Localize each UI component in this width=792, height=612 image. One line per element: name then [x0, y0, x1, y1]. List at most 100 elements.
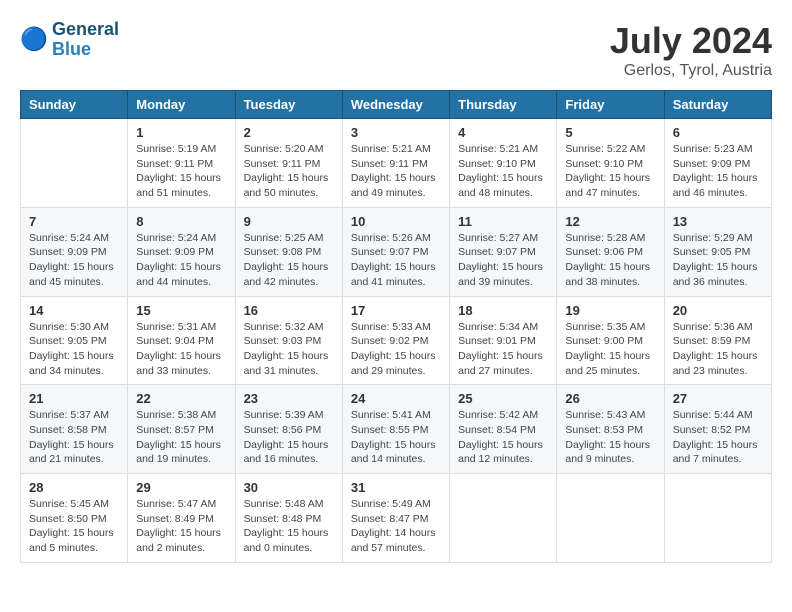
- day-info: Sunrise: 5:21 AMSunset: 9:10 PMDaylight:…: [458, 142, 548, 201]
- weekday-header-row: SundayMondayTuesdayWednesdayThursdayFrid…: [21, 91, 772, 119]
- weekday-header-sunday: Sunday: [21, 91, 128, 119]
- day-number: 4: [458, 125, 548, 140]
- day-info: Sunrise: 5:41 AMSunset: 8:55 PMDaylight:…: [351, 408, 441, 467]
- day-info: Sunrise: 5:22 AMSunset: 9:10 PMDaylight:…: [565, 142, 655, 201]
- weekday-header-monday: Monday: [128, 91, 235, 119]
- calendar-cell: [557, 474, 664, 563]
- calendar-table: SundayMondayTuesdayWednesdayThursdayFrid…: [20, 90, 772, 563]
- day-info: Sunrise: 5:47 AMSunset: 8:49 PMDaylight:…: [136, 497, 226, 556]
- logo: 🔵 General Blue: [20, 20, 119, 60]
- day-number: 9: [244, 214, 334, 229]
- day-info: Sunrise: 5:35 AMSunset: 9:00 PMDaylight:…: [565, 320, 655, 379]
- calendar-cell: [664, 474, 771, 563]
- day-number: 22: [136, 391, 226, 406]
- calendar-cell: 17 Sunrise: 5:33 AMSunset: 9:02 PMDayligh…: [342, 296, 449, 385]
- day-number: 2: [244, 125, 334, 140]
- day-number: 5: [565, 125, 655, 140]
- calendar-cell: 6Sunrise: 5:23 AMSunset: 9:09 PMDaylight…: [664, 119, 771, 208]
- day-number: 29: [136, 480, 226, 495]
- day-number: 16: [244, 303, 334, 318]
- calendar-cell: 31Sunrise: 5:49 AMSunset: 8:47 PMDayligh…: [342, 474, 449, 563]
- day-info: Sunrise: 5:48 AMSunset: 8:48 PMDaylight:…: [244, 497, 334, 556]
- day-number: 27: [673, 391, 763, 406]
- month-year-title: July 2024: [610, 20, 772, 62]
- svg-text:🔵: 🔵: [20, 26, 48, 52]
- day-number: 1: [136, 125, 226, 140]
- day-number: 30: [244, 480, 334, 495]
- day-number: 13: [673, 214, 763, 229]
- calendar-cell: 20 Sunrise: 5:36 AMSunset: 8:59 PMDayligh…: [664, 296, 771, 385]
- calendar-week-row: 14 Sunrise: 5:30 AMSunset: 9:05 PMDayligh…: [21, 296, 772, 385]
- day-info: Sunrise: 5:37 AMSunset: 8:58 PMDaylight:…: [29, 408, 119, 467]
- day-number: 10: [351, 214, 441, 229]
- weekday-header-tuesday: Tuesday: [235, 91, 342, 119]
- day-info: Sunrise: 5:49 AMSunset: 8:47 PMDaylight:…: [351, 497, 441, 556]
- calendar-cell: 10 Sunrise: 5:26 AMSunset: 9:07 PMDayligh…: [342, 207, 449, 296]
- calendar-cell: 29 Sunrise: 5:47 AMSunset: 8:49 PMDayligh…: [128, 474, 235, 563]
- day-info: Sunrise: 5:23 AMSunset: 9:09 PMDaylight:…: [673, 142, 763, 201]
- day-number: 25: [458, 391, 548, 406]
- day-number: 26: [565, 391, 655, 406]
- day-info: Sunrise: 5:33 AMSunset: 9:02 PMDaylight:…: [351, 320, 441, 379]
- calendar-cell: 8Sunrise: 5:24 AMSunset: 9:09 PMDaylight…: [128, 207, 235, 296]
- calendar-cell: 7 Sunrise: 5:24 AMSunset: 9:09 PMDaylight…: [21, 207, 128, 296]
- calendar-cell: 19Sunrise: 5:35 AMSunset: 9:00 PMDayligh…: [557, 296, 664, 385]
- day-info: Sunrise: 5:24 AMSunset: 9:09 PMDaylight:…: [29, 231, 119, 290]
- calendar-cell: 11 Sunrise: 5:27 AMSunset: 9:07 PMDayligh…: [450, 207, 557, 296]
- day-number: 12: [565, 214, 655, 229]
- day-info: Sunrise: 5:25 AMSunset: 9:08 PMDaylight:…: [244, 231, 334, 290]
- day-info: Sunrise: 5:24 AMSunset: 9:09 PMDaylight:…: [136, 231, 226, 290]
- calendar-header: SundayMondayTuesdayWednesdayThursdayFrid…: [21, 91, 772, 119]
- calendar-cell: 24 Sunrise: 5:41 AMSunset: 8:55 PMDayligh…: [342, 385, 449, 474]
- title-block: July 2024 Gerlos, Tyrol, Austria: [610, 20, 772, 80]
- day-number: 3: [351, 125, 441, 140]
- weekday-header-wednesday: Wednesday: [342, 91, 449, 119]
- day-number: 17: [351, 303, 441, 318]
- day-number: 20: [673, 303, 763, 318]
- calendar-week-row: 21 Sunrise: 5:37 AMSunset: 8:58 PMDayligh…: [21, 385, 772, 474]
- calendar-cell: 25 Sunrise: 5:42 AMSunset: 8:54 PMDayligh…: [450, 385, 557, 474]
- day-info: Sunrise: 5:39 AMSunset: 8:56 PMDaylight:…: [244, 408, 334, 467]
- calendar-body: 1 Sunrise: 5:19 AMSunset: 9:11 PMDaylight…: [21, 119, 772, 563]
- calendar-cell: 28 Sunrise: 5:45 AMSunset: 8:50 PMDayligh…: [21, 474, 128, 563]
- calendar-cell: 23 Sunrise: 5:39 AMSunset: 8:56 PMDayligh…: [235, 385, 342, 474]
- day-info: Sunrise: 5:30 AMSunset: 9:05 PMDaylight:…: [29, 320, 119, 379]
- day-info: Sunrise: 5:34 AMSunset: 9:01 PMDaylight:…: [458, 320, 548, 379]
- day-info: Sunrise: 5:20 AMSunset: 9:11 PMDaylight:…: [244, 142, 334, 201]
- day-number: 24: [351, 391, 441, 406]
- day-info: Sunrise: 5:36 AMSunset: 8:59 PMDaylight:…: [673, 320, 763, 379]
- day-number: 7: [29, 214, 119, 229]
- calendar-cell: 3 Sunrise: 5:21 AMSunset: 9:11 PMDaylight…: [342, 119, 449, 208]
- day-number: 28: [29, 480, 119, 495]
- logo-icon: 🔵: [20, 26, 48, 54]
- logo-text: General Blue: [52, 20, 119, 60]
- calendar-cell: 5 Sunrise: 5:22 AMSunset: 9:10 PMDaylight…: [557, 119, 664, 208]
- calendar-cell: 27Sunrise: 5:44 AMSunset: 8:52 PMDayligh…: [664, 385, 771, 474]
- location-subtitle: Gerlos, Tyrol, Austria: [610, 62, 772, 80]
- day-number: 11: [458, 214, 548, 229]
- day-info: Sunrise: 5:45 AMSunset: 8:50 PMDaylight:…: [29, 497, 119, 556]
- day-info: Sunrise: 5:42 AMSunset: 8:54 PMDaylight:…: [458, 408, 548, 467]
- day-number: 15: [136, 303, 226, 318]
- weekday-header-friday: Friday: [557, 91, 664, 119]
- day-number: 18: [458, 303, 548, 318]
- day-info: Sunrise: 5:32 AMSunset: 9:03 PMDaylight:…: [244, 320, 334, 379]
- weekday-header-saturday: Saturday: [664, 91, 771, 119]
- day-info: Sunrise: 5:21 AMSunset: 9:11 PMDaylight:…: [351, 142, 441, 201]
- day-number: 23: [244, 391, 334, 406]
- calendar-cell: 22Sunrise: 5:38 AMSunset: 8:57 PMDayligh…: [128, 385, 235, 474]
- day-number: 14: [29, 303, 119, 318]
- calendar-cell: 12 Sunrise: 5:28 AMSunset: 9:06 PMDayligh…: [557, 207, 664, 296]
- day-info: Sunrise: 5:28 AMSunset: 9:06 PMDaylight:…: [565, 231, 655, 290]
- calendar-cell: 15Sunrise: 5:31 AMSunset: 9:04 PMDayligh…: [128, 296, 235, 385]
- calendar-week-row: 7 Sunrise: 5:24 AMSunset: 9:09 PMDaylight…: [21, 207, 772, 296]
- day-info: Sunrise: 5:27 AMSunset: 9:07 PMDaylight:…: [458, 231, 548, 290]
- day-info: Sunrise: 5:19 AMSunset: 9:11 PMDaylight:…: [136, 142, 226, 201]
- page-header: 🔵 General Blue July 2024 Gerlos, Tyrol, …: [20, 20, 772, 80]
- calendar-cell: 13 Sunrise: 5:29 AMSunset: 9:05 PMDayligh…: [664, 207, 771, 296]
- day-info: Sunrise: 5:26 AMSunset: 9:07 PMDaylight:…: [351, 231, 441, 290]
- calendar-cell: 1 Sunrise: 5:19 AMSunset: 9:11 PMDaylight…: [128, 119, 235, 208]
- calendar-week-row: 1 Sunrise: 5:19 AMSunset: 9:11 PMDaylight…: [21, 119, 772, 208]
- day-info: Sunrise: 5:29 AMSunset: 9:05 PMDaylight:…: [673, 231, 763, 290]
- day-number: 21: [29, 391, 119, 406]
